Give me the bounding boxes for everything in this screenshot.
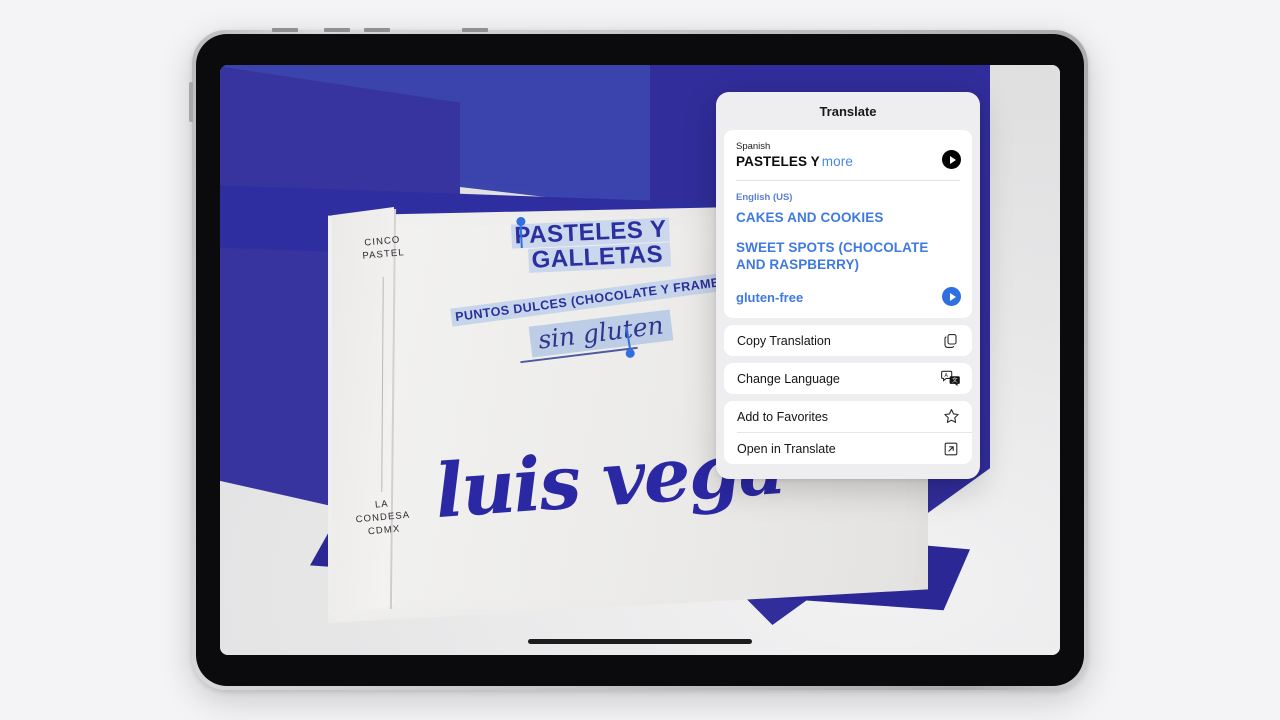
source-text-value: PASTELES Y — [736, 154, 820, 169]
svg-text:文: 文 — [952, 376, 958, 384]
box-side-bottom-text: LA CONDESA CDMX — [346, 495, 419, 540]
translate-popup-title: Translate — [819, 104, 877, 119]
menu-group-secondary: Add to Favorites Open in Translate — [724, 401, 972, 464]
target-footer-row: gluten-free — [724, 285, 972, 318]
top-button-3[interactable] — [364, 28, 390, 32]
play-icon — [949, 155, 956, 164]
translate-bubbles-icon: A 文 — [941, 369, 961, 389]
ipad-screen: CINCO PASTEL LA CONDESA CDMX PASTELES Y … — [220, 65, 1060, 655]
copy-icon — [941, 331, 961, 351]
top-button-1[interactable] — [272, 28, 298, 32]
selection-handle-bar — [519, 225, 523, 249]
translated-line-1: CAKES AND COOKIES — [736, 210, 884, 225]
gluten-free-text: gluten-free — [736, 290, 804, 305]
selection-start-handle[interactable] — [516, 216, 527, 249]
play-icon — [949, 292, 956, 301]
selection-handle-dot — [625, 348, 636, 359]
menu-label-add-to-favorites: Add to Favorites — [737, 409, 829, 424]
home-indicator[interactable] — [528, 639, 752, 644]
play-source-audio-button[interactable] — [942, 150, 961, 169]
menu-label-open-in-translate: Open in Translate — [737, 441, 836, 456]
box-side-face — [332, 207, 394, 617]
translated-line-2b: AND RASPBERRY) — [736, 257, 860, 272]
target-language-label: English (US) — [736, 192, 793, 203]
menu-item-copy-translation[interactable]: Copy Translation — [724, 325, 972, 356]
svg-text:A: A — [944, 373, 948, 379]
box-headline-selected-text[interactable]: PASTELES Y GALLETAS — [510, 216, 672, 274]
source-language-row: Spanish PASTELES Ymore — [724, 130, 972, 180]
star-icon — [941, 407, 961, 427]
menu-item-open-in-translate[interactable]: Open in Translate — [724, 433, 972, 464]
translated-line-2a: SWEET SPOTS (CHOCOLATE — [736, 240, 929, 255]
top-button-2[interactable] — [324, 28, 350, 32]
popup-bottom-padding — [716, 471, 980, 479]
selection-handle-bar — [625, 326, 631, 349]
open-external-icon — [941, 439, 961, 459]
source-language-label: Spanish — [736, 141, 771, 152]
source-text: PASTELES Ymore — [736, 154, 960, 169]
translate-popup: Translate Spanish PASTELES Ymore English… — [716, 92, 980, 479]
menu-item-add-to-favorites[interactable]: Add to Favorites — [724, 401, 972, 432]
menu-label-copy-translation: Copy Translation — [737, 333, 831, 348]
source-more-link[interactable]: more — [822, 154, 853, 169]
volume-up-button[interactable] — [189, 82, 193, 122]
play-translation-audio-button[interactable] — [942, 287, 961, 306]
box-headline-line2: GALLETAS — [528, 241, 672, 274]
selection-handle-dot — [516, 216, 526, 227]
target-language-block: English (US) CAKES AND COOKIES SWEET SPO… — [724, 181, 972, 285]
menu-item-change-language[interactable]: Change Language A 文 — [724, 363, 972, 394]
translation-card: Spanish PASTELES Ymore English (US) CAKE… — [724, 130, 972, 318]
menu-label-change-language: Change Language — [737, 371, 840, 386]
screenshot-stage: CINCO PASTEL LA CONDESA CDMX PASTELES Y … — [0, 0, 1280, 720]
power-button[interactable] — [462, 28, 488, 32]
